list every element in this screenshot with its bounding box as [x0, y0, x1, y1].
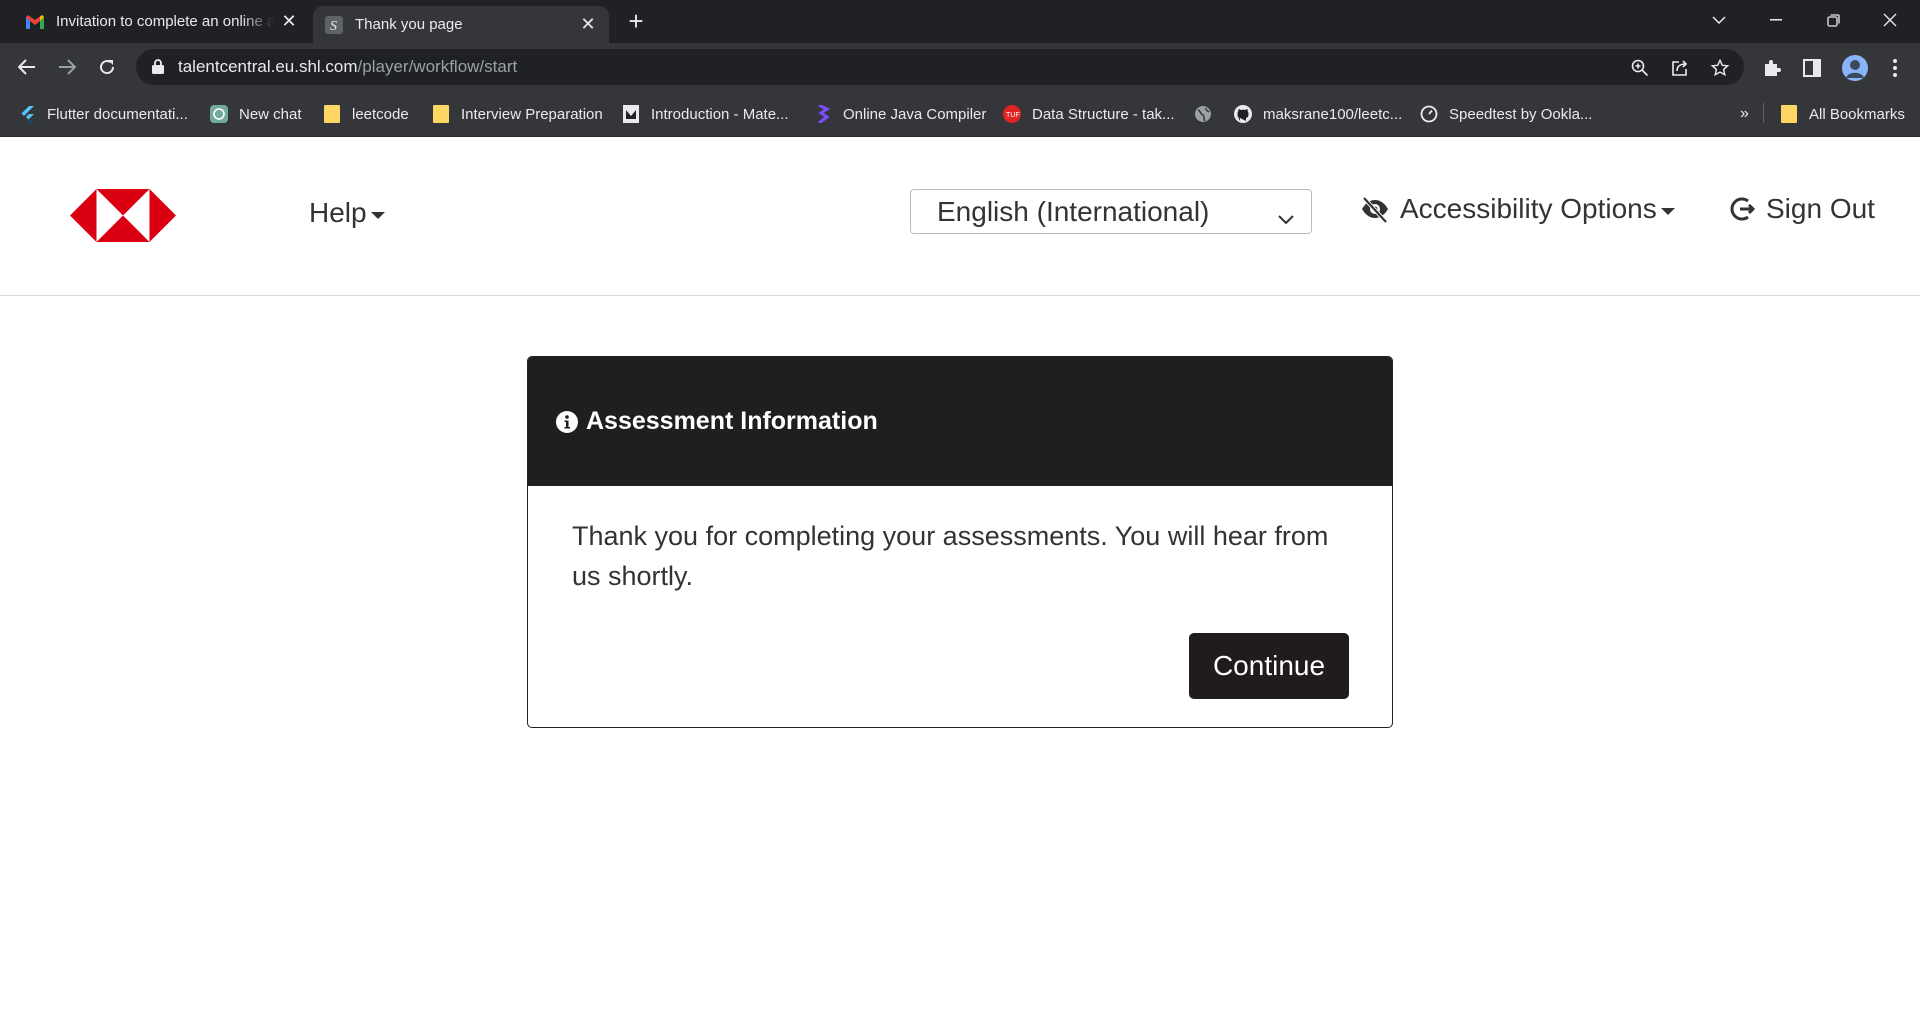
help-label: Help: [309, 197, 367, 228]
card-body: Thank you for completing your assessment…: [528, 486, 1392, 596]
site-header: Help English (International) Accessibili…: [0, 137, 1920, 296]
side-panel-icon[interactable]: [1801, 57, 1823, 79]
globe-icon: [1194, 105, 1212, 123]
bookmark-online-java-compiler[interactable]: Online Java Compiler: [814, 103, 986, 125]
github-icon: [1234, 105, 1252, 123]
close-tab-icon[interactable]: ✕: [280, 12, 298, 30]
overflow-label: »: [1740, 105, 1749, 122]
close-tab-icon[interactable]: ✕: [579, 15, 597, 33]
speedtest-icon: [1420, 105, 1438, 123]
url-host: talentcentral.eu.shl.com: [178, 57, 358, 76]
caret-down-icon: [370, 211, 385, 219]
svg-text:TUF: TUF: [1006, 112, 1020, 119]
star-icon[interactable]: [1710, 58, 1730, 78]
folder-icon: [323, 105, 341, 123]
language-select[interactable]: English (International): [910, 189, 1312, 234]
share-icon[interactable]: [1670, 58, 1690, 78]
sign-out-icon: [1728, 195, 1756, 223]
bookmark-label: Speedtest by Ookla...: [1449, 105, 1593, 123]
bookmark-label: maksrane100/leetc...: [1263, 105, 1403, 123]
flutter-icon: [18, 105, 36, 123]
chatgpt-icon: [210, 105, 228, 123]
thank-you-message: Thank you for completing your assessment…: [572, 521, 1329, 591]
tab-title: Thank you page: [355, 16, 463, 33]
bookmark-leetcode[interactable]: leetcode: [323, 103, 409, 125]
bookmark-data-structure[interactable]: TUF Data Structure - tak...: [1003, 103, 1175, 125]
reload-icon[interactable]: [93, 53, 121, 81]
eye-slash-icon: [1360, 194, 1390, 224]
bookmarks-divider: [1763, 103, 1764, 123]
help-menu[interactable]: Help: [309, 197, 385, 229]
language-selected-value: English (International): [937, 195, 1210, 227]
zoom-icon[interactable]: [1630, 58, 1650, 78]
bookmark-label: Online Java Compiler: [843, 105, 987, 123]
tab-search-icon[interactable]: [1694, 0, 1744, 40]
compiler-icon: [814, 105, 832, 123]
bookmark-interview-preparation[interactable]: Interview Preparation: [432, 103, 603, 125]
assessment-info-card: Assessment Information Thank you for com…: [527, 356, 1393, 728]
bookmark-new-chat[interactable]: New chat: [210, 103, 302, 125]
folder-icon: [1780, 105, 1798, 123]
page-icon: [622, 105, 640, 123]
gmail-icon: [26, 13, 44, 31]
extensions-icon[interactable]: [1761, 57, 1783, 79]
tab-title: Invitation to complete an online assessm…: [56, 13, 274, 30]
forward-icon[interactable]: [53, 53, 81, 81]
restore-icon[interactable]: [1808, 0, 1858, 40]
shl-icon: S: [325, 15, 343, 34]
card-header: Assessment Information: [528, 357, 1392, 486]
tab-thank-you[interactable]: S Thank you page ✕: [313, 6, 609, 43]
browser-tabstrip: Invitation to complete an online assessm…: [0, 0, 1920, 43]
all-bookmarks-button[interactable]: All Bookmarks: [1780, 103, 1905, 125]
chevron-down-icon: [1277, 203, 1295, 225]
tab-gmail[interactable]: Invitation to complete an online assessm…: [0, 0, 310, 43]
bookmark-label: Interview Preparation: [461, 105, 603, 123]
bookmark-flutter[interactable]: Flutter documentati...: [18, 103, 188, 125]
caret-down-icon: [1660, 207, 1675, 215]
new-tab-icon[interactable]: +: [622, 8, 650, 36]
back-icon[interactable]: [13, 53, 41, 81]
svg-text:S: S: [330, 19, 337, 34]
bookmark-label: leetcode: [352, 105, 409, 123]
bookmark-label: Data Structure - tak...: [1032, 105, 1175, 123]
bookmark-label: New chat: [239, 105, 302, 123]
card-title: Assessment Information: [586, 407, 878, 435]
bookmarks-overflow-button[interactable]: »: [1740, 103, 1749, 125]
bookmark-label: Flutter documentati...: [47, 105, 188, 123]
all-bookmarks-label: All Bookmarks: [1809, 105, 1905, 123]
bookmark-label: Introduction - Mate...: [651, 105, 789, 123]
minimize-icon[interactable]: [1751, 0, 1801, 40]
tuf-icon: TUF: [1003, 105, 1021, 123]
close-window-icon[interactable]: [1865, 0, 1915, 40]
hsbc-logo[interactable]: [70, 189, 176, 242]
continue-button[interactable]: Continue: [1189, 633, 1349, 699]
bookmark-github[interactable]: maksrane100/leetc...: [1234, 103, 1402, 125]
url-text: talentcentral.eu.shl.com/player/workflow…: [178, 57, 517, 77]
bookmarks-bar: Flutter documentati... New chat leetcode…: [0, 91, 1920, 137]
folder-icon: [432, 105, 450, 123]
bookmark-globe[interactable]: [1194, 103, 1223, 125]
accessibility-label: Accessibility Options: [1400, 193, 1657, 224]
info-icon: [556, 410, 578, 433]
sign-out-link[interactable]: Sign Out: [1728, 193, 1875, 225]
menu-kebab-icon[interactable]: [1884, 57, 1906, 79]
bookmark-speedtest[interactable]: Speedtest by Ookla...: [1420, 103, 1592, 125]
lock-icon: [152, 59, 166, 75]
url-path: /player/workflow/start: [357, 57, 518, 76]
accessibility-options-menu[interactable]: Accessibility Options: [1360, 193, 1675, 225]
browser-toolbar: talentcentral.eu.shl.com/player/workflow…: [0, 43, 1920, 91]
sign-out-label: Sign Out: [1766, 193, 1875, 224]
address-bar[interactable]: talentcentral.eu.shl.com/player/workflow…: [136, 49, 1744, 85]
profile-avatar-icon[interactable]: [1841, 54, 1869, 82]
bookmark-introduction[interactable]: Introduction - Mate...: [622, 103, 789, 125]
